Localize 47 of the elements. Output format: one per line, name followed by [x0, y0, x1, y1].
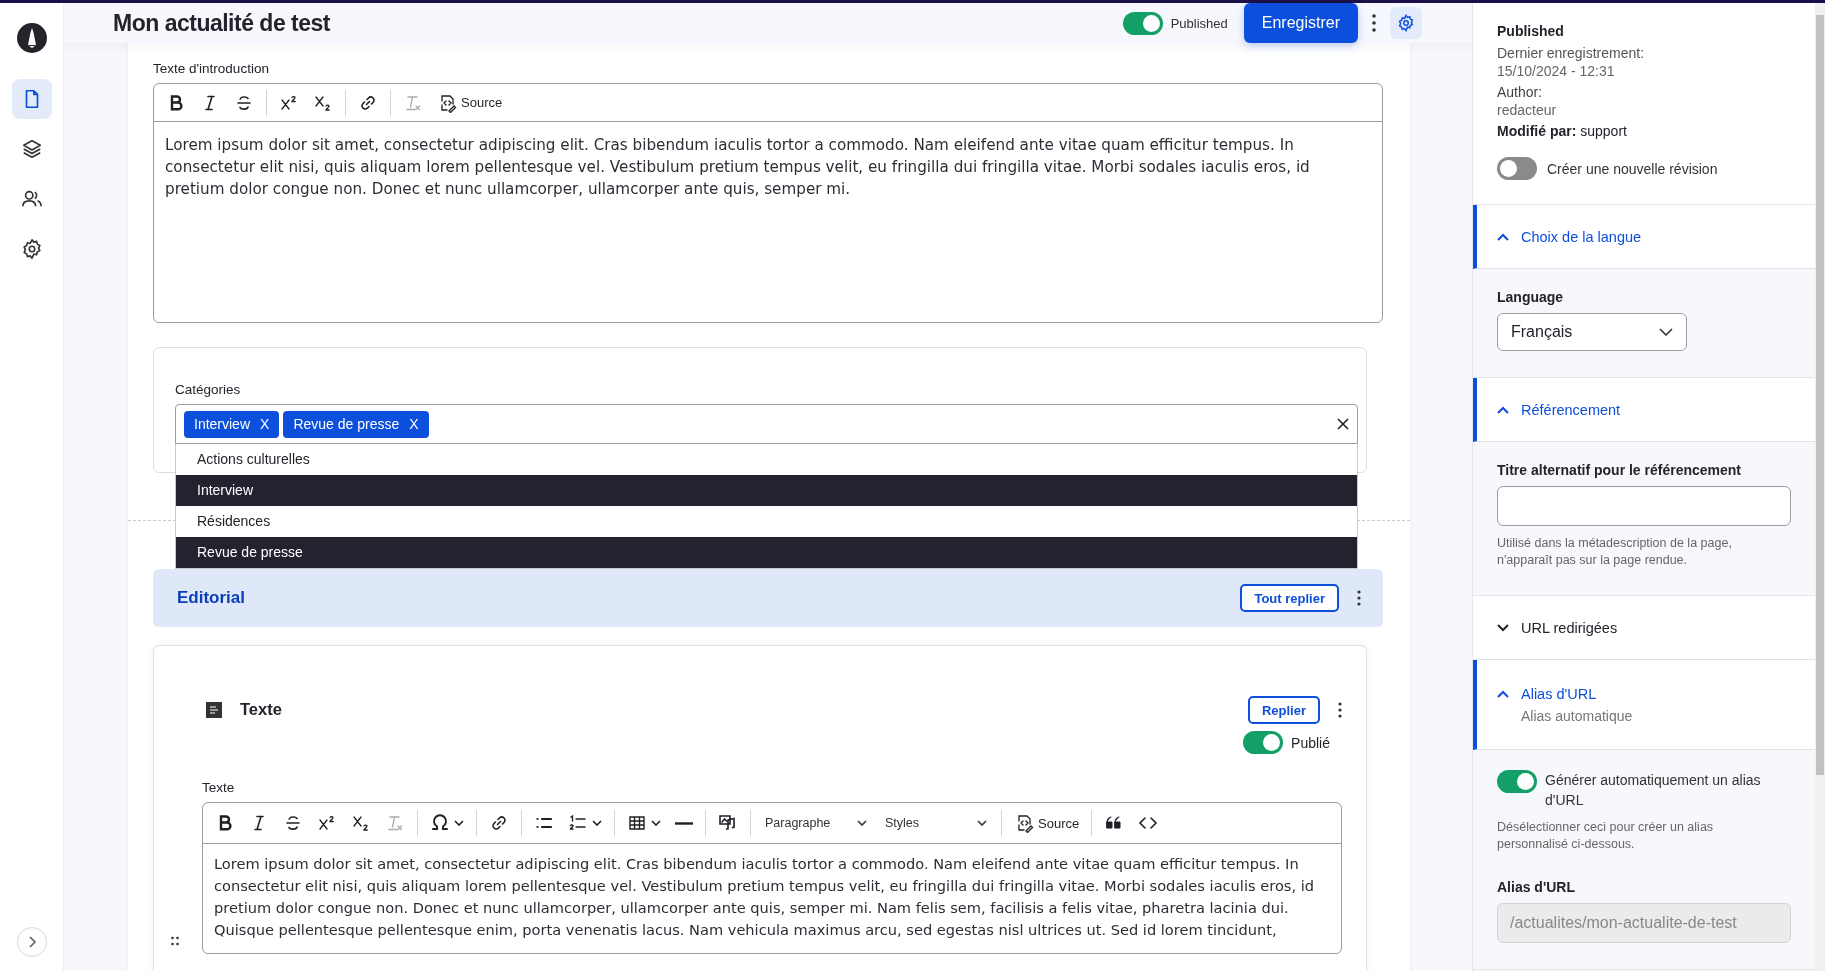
field-label: Titre alternatif pour le référencement	[1497, 462, 1743, 478]
accordion-title: URL redirigées	[1521, 619, 1618, 636]
field-label: Texte	[202, 780, 236, 795]
section-title: Editorial	[177, 588, 245, 608]
editor-text: Lorem ipsum dolor sit amet, consectetur adipiscing elit. Cras bibendum iaculis tortor a commodo. Nam eleifend ante vitae quam efficitur tempus. In consectetur elit nisi, quis aliquam lorem pellentesque vel. Vestibulum pretium tempus velit, eu fringilla dui fringilla vitae. Morbi sodales iaculis eros, id pretium dolor congue non. Donec et nunc ullamcorper, ullamcorper ante quis, semper mi. Nam felis sem, facilisis a felis vitae, pharetra lacinia dui. Quisque pellentesque pellentesque enim, porta venenatis lacus. Nam vehicula maximus arcu, sed egestas nisl ultrices ut. Sed id lorem tincidunt,	[213, 854, 1315, 940]
accordion-header[interactable]: Référencement	[1473, 378, 1815, 442]
toggle-label: Créer une nouvelle révision	[1547, 160, 1718, 177]
field-label: Language	[1497, 289, 1565, 305]
field-label: Catégories	[175, 382, 242, 397]
source-button[interactable]: Source	[431, 87, 509, 118]
field-label: Texte d'introduction	[153, 61, 270, 76]
accordion-title: Référencement	[1521, 401, 1621, 418]
accordion-title: Choix de la langue	[1521, 228, 1642, 245]
option-item[interactable]: Résidences	[176, 506, 1357, 537]
accordion-title: Alias d'URL	[1521, 685, 1597, 702]
format-dropdown[interactable]: Paragraphe	[757, 816, 875, 830]
source-button[interactable]: Source	[1008, 808, 1086, 838]
paragraph-title: Texte	[240, 700, 282, 719]
tag-label: Interview	[194, 416, 251, 432]
meta-value: redacteur	[1497, 101, 1558, 119]
accordion-header[interactable]: URL redirigées	[1473, 596, 1815, 660]
remove-tag-button[interactable]: X	[260, 416, 270, 432]
toggle-label: Publié	[1291, 734, 1330, 751]
meta-label: Dernier enregistrement:	[1497, 45, 1646, 62]
option-item[interactable]: Actions culturelles	[176, 444, 1357, 475]
remove-tag-button[interactable]: X	[409, 416, 419, 432]
page-title: Mon actualité de test	[113, 9, 330, 37]
option-item[interactable]: Revue de presse	[176, 537, 1357, 568]
collapse-all-button[interactable]: Tout replier	[1240, 584, 1339, 612]
format-dropdown[interactable]: Styles	[877, 816, 995, 830]
tag-label: Revue de presse	[293, 416, 400, 432]
toggle-label: Générer automatiquement un alias d'URL	[1545, 771, 1762, 810]
option-item[interactable]: Interview	[176, 475, 1357, 506]
help-text: Utilisé dans la métadescription de la page, n'apparaît pas sur la page rendue.	[1497, 535, 1733, 569]
collapse-button[interactable]: Replier	[1247, 696, 1320, 724]
modified-by-text: Modifié par: support	[1497, 123, 1628, 139]
meta-label: Author:	[1497, 84, 1544, 101]
language-select[interactable]: Français	[1497, 313, 1687, 351]
save-button[interactable]: Enregistrer	[1243, 3, 1358, 43]
meta-value: 15/10/2024 - 12:31	[1497, 62, 1616, 80]
toggle-label: Published	[1170, 15, 1228, 31]
accordion-summary: Alias automatique	[1521, 707, 1633, 724]
editor-text: Lorem ipsum dolor sit amet, consectetur adipiscing elit. Cras bibendum iaculis tortor a commodo. Nam eleifend ante vitae quam efficitur tempus. In consectetur elit nisi, quis aliquam lorem pellentesque vel. Vestibulum pretium tempus velit, eu fringilla dui fringilla vitae. Morbi sodales iaculis eros, id pretium dolor congue non. Donec et nunc ullamcorper, ullamcorper ante quis, semper mi.	[164, 135, 1311, 200]
accordion-header[interactable]: Choix de la langue	[1473, 205, 1815, 269]
status-text: Published	[1497, 23, 1565, 39]
field-label: Alias d'URL	[1497, 879, 1576, 895]
help-text: Désélectionner ceci pour créer un alias personnalisé ci-dessous.	[1497, 819, 1715, 853]
